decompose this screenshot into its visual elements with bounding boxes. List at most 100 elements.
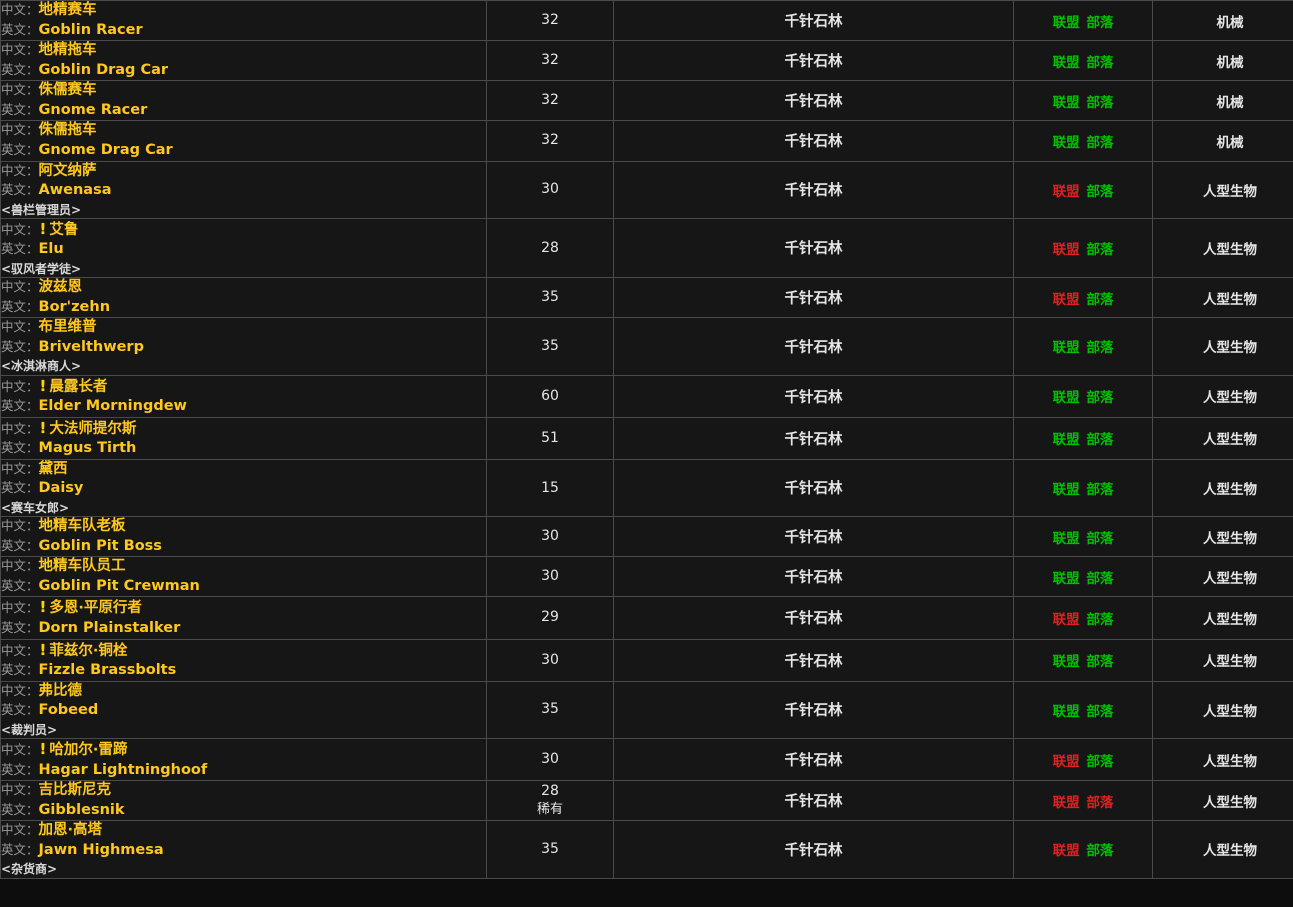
npc-faction-cell: 联盟 部落 <box>1013 317 1153 376</box>
npc-zone[interactable]: 千针石林 <box>785 14 843 30</box>
table-row[interactable]: 中文：! 多恩·平原行者 英文：Dorn Plainstalker 29 千针石林 联盟 … <box>0 596 1293 640</box>
npc-zone[interactable]: 千针石林 <box>785 340 843 356</box>
npc-name-english[interactable]: Elder Morningdew <box>39 398 187 414</box>
table-row[interactable]: 中文：! 菲兹尔·铜栓 英文：Fizzle Brassbolts 30 千针石林 联盟 部… <box>0 638 1293 682</box>
quest-available-icon: ! <box>39 376 47 395</box>
npc-type: 人型生物 <box>1203 703 1257 720</box>
table-row[interactable]: 中文：! 艾鲁 英文：Elu <驭风者学徒> 28 千针石林 联盟 部落 人型生物 <box>0 217 1293 279</box>
npc-name-chinese[interactable]: 艾鲁 <box>49 222 78 238</box>
npc-zone[interactable]: 千针石林 <box>785 654 843 670</box>
npc-level-cell: 32 <box>486 40 614 82</box>
table-row[interactable]: 中文：黛西 英文：Daisy <赛车女郎> 15 千针石林 联盟 部落 人型生物 <box>0 458 1293 518</box>
npc-name-chinese[interactable]: 加恩·高塔 <box>39 822 103 838</box>
faction-alliance: 联盟 <box>1052 134 1080 151</box>
table-row[interactable]: 中文：地精车队员工 英文：Goblin Pit Crewman 30 千针石林 联盟 部… <box>0 556 1293 598</box>
npc-name-chinese[interactable]: 波兹恩 <box>39 279 83 295</box>
npc-name-chinese[interactable]: 地精车队员工 <box>39 558 126 574</box>
npc-name-chinese[interactable]: 大法师提尔斯 <box>49 421 136 437</box>
npc-name-chinese[interactable]: 吉比斯尼克 <box>39 782 112 798</box>
table-row[interactable]: 中文：地精赛车 英文：Goblin Racer 32 千针石林 联盟 部落 机械 <box>0 0 1293 42</box>
table-row[interactable]: 中文：! 晨露长者 英文：Elder Morningdew 60 千针石林 联盟 部落 人型… <box>0 374 1293 418</box>
npc-name-chinese[interactable]: 弗比德 <box>39 683 83 699</box>
npc-zone[interactable]: 千针石林 <box>785 843 843 859</box>
npc-name-chinese-line: 中文：! 哈加尔·雷蹄 <box>1 739 486 761</box>
npc-name-chinese[interactable]: 侏儒拖车 <box>39 122 97 138</box>
npc-name-chinese[interactable]: 地精拖车 <box>39 42 97 58</box>
npc-name-english[interactable]: Bor'zehn <box>39 299 111 315</box>
npc-name-english[interactable]: Hagar Lightninghoof <box>39 762 208 778</box>
npc-name-chinese[interactable]: 地精车队老板 <box>39 518 126 534</box>
npc-name-chinese[interactable]: 地精赛车 <box>39 2 97 18</box>
table-row[interactable]: 中文：! 哈加尔·雷蹄 英文：Hagar Lightninghoof 30 千针石林 联盟… <box>0 737 1293 782</box>
npc-zone[interactable]: 千针石林 <box>785 432 843 448</box>
npc-name-chinese[interactable]: 阿文纳萨 <box>39 163 97 179</box>
npc-type-cell: 人型生物 <box>1152 780 1293 822</box>
npc-name-chinese[interactable]: 多恩·平原行者 <box>49 600 142 616</box>
npc-zone[interactable]: 千针石林 <box>785 94 843 110</box>
npc-name-cell: 中文：阿文纳萨 英文：Awenasa <兽栏管理员> <box>0 160 487 219</box>
npc-name-english[interactable]: Goblin Pit Boss <box>39 538 162 554</box>
chinese-label: 中文： <box>1 162 39 178</box>
npc-name-english[interactable]: Gnome Racer <box>39 102 148 118</box>
npc-name-english-line: 英文：Daisy <box>1 479 486 499</box>
table-row[interactable]: 中文：侏儒赛车 英文：Gnome Racer 32 千针石林 联盟 部落 机械 <box>0 80 1293 122</box>
npc-zone[interactable]: 千针石林 <box>785 241 843 257</box>
npc-name-english[interactable]: Daisy <box>39 480 84 496</box>
npc-name-english[interactable]: Goblin Racer <box>39 22 143 38</box>
npc-faction-cell: 联盟 部落 <box>1013 780 1153 822</box>
table-row[interactable]: 中文：! 大法师提尔斯 英文：Magus Tirth 51 千针石林 联盟 部落 人型生物 <box>0 416 1293 460</box>
faction-horde: 部落 <box>1086 54 1114 71</box>
table-row[interactable]: 中文：波兹恩 英文：Bor'zehn 35 千针石林 联盟 部落 人型生物 <box>0 277 1293 319</box>
table-row[interactable]: 中文：地精拖车 英文：Goblin Drag Car 32 千针石林 联盟 部落 机械 <box>0 40 1293 82</box>
npc-zone[interactable]: 千针石林 <box>785 530 843 546</box>
npc-zone[interactable]: 千针石林 <box>785 134 843 150</box>
npc-name-english[interactable]: Magus Tirth <box>39 440 137 456</box>
npc-zone-cell: 千针石林 <box>613 40 1014 82</box>
npc-name-english[interactable]: Gibblesnik <box>39 802 125 818</box>
npc-zone[interactable]: 千针石林 <box>785 291 843 307</box>
npc-name-english[interactable]: Fobeed <box>39 702 99 718</box>
npc-zone[interactable]: 千针石林 <box>785 611 843 627</box>
npc-name-english[interactable]: Elu <box>39 241 64 257</box>
table-row[interactable]: 中文：阿文纳萨 英文：Awenasa <兽栏管理员> 30 千针石林 联盟 部落 人型生物 <box>0 160 1293 219</box>
npc-zone[interactable]: 千针石林 <box>785 54 843 70</box>
npc-name-english[interactable]: Fizzle Brassbolts <box>39 662 177 678</box>
npc-name-chinese-line: 中文：阿文纳萨 <box>1 162 486 182</box>
npc-level-cell: 28 稀有 <box>486 780 614 822</box>
npc-type-cell: 人型生物 <box>1152 416 1293 460</box>
npc-name-english[interactable]: Goblin Drag Car <box>39 62 169 78</box>
npc-name-english[interactable]: Dorn Plainstalker <box>39 620 181 636</box>
npc-name-english[interactable]: Jawn Highmesa <box>39 842 164 858</box>
npc-name-cell: 中文：地精车队老板 英文：Goblin Pit Boss <box>0 516 487 558</box>
npc-zone[interactable]: 千针石林 <box>785 183 843 199</box>
table-row[interactable]: 中文：布里维普 英文：Brivelthwerp <冰淇淋商人> 35 千针石林 联盟 部落… <box>0 317 1293 376</box>
table-row[interactable]: 中文：吉比斯尼克 英文：Gibblesnik 28 稀有 千针石林 联盟 部落 人型生物 <box>0 780 1293 822</box>
npc-zone[interactable]: 千针石林 <box>785 753 843 769</box>
npc-level: 15 <box>541 479 559 496</box>
npc-name-chinese[interactable]: 侏儒赛车 <box>39 82 97 98</box>
english-label: 英文： <box>1 61 39 77</box>
npc-zone[interactable]: 千针石林 <box>785 481 843 497</box>
npc-name-english[interactable]: Goblin Pit Crewman <box>39 578 200 594</box>
table-row[interactable]: 中文：加恩·高塔 英文：Jawn Highmesa <杂货商> 35 千针石林 联盟 部落… <box>0 820 1293 879</box>
npc-name-english[interactable]: Gnome Drag Car <box>39 142 173 158</box>
npc-name-chinese[interactable]: 晨露长者 <box>49 379 107 395</box>
table-row[interactable]: 中文：地精车队老板 英文：Goblin Pit Boss 30 千针石林 联盟 部落 人型… <box>0 516 1293 558</box>
npc-name-chinese-line: 中文：! 菲兹尔·铜栓 <box>1 640 486 662</box>
npc-name-cell: 中文：! 菲兹尔·铜栓 英文：Fizzle Brassbolts <box>0 638 487 682</box>
npc-name-chinese[interactable]: 菲兹尔·铜栓 <box>49 643 127 659</box>
npc-zone[interactable]: 千针石林 <box>785 390 843 406</box>
npc-name-chinese[interactable]: 黛西 <box>39 461 68 477</box>
npc-name-english[interactable]: Awenasa <box>39 182 112 198</box>
npc-name-english[interactable]: Brivelthwerp <box>39 339 144 355</box>
npc-faction-cell: 联盟 部落 <box>1013 80 1153 122</box>
rare-badge: 稀有 <box>536 802 563 818</box>
table-row[interactable]: 中文：侏儒拖车 英文：Gnome Drag Car 32 千针石林 联盟 部落 机械 <box>0 120 1293 162</box>
npc-name-chinese[interactable]: 布里维普 <box>39 319 97 335</box>
npc-zone[interactable]: 千针石林 <box>785 794 843 810</box>
table-row[interactable]: 中文：弗比德 英文：Fobeed <裁判员> 35 千针石林 联盟 部落 人型生物 <box>0 680 1293 739</box>
chinese-label: 中文： <box>1 82 39 98</box>
npc-name-chinese[interactable]: 哈加尔·雷蹄 <box>49 742 127 758</box>
npc-zone[interactable]: 千针石林 <box>785 703 843 719</box>
npc-zone[interactable]: 千针石林 <box>785 570 843 586</box>
